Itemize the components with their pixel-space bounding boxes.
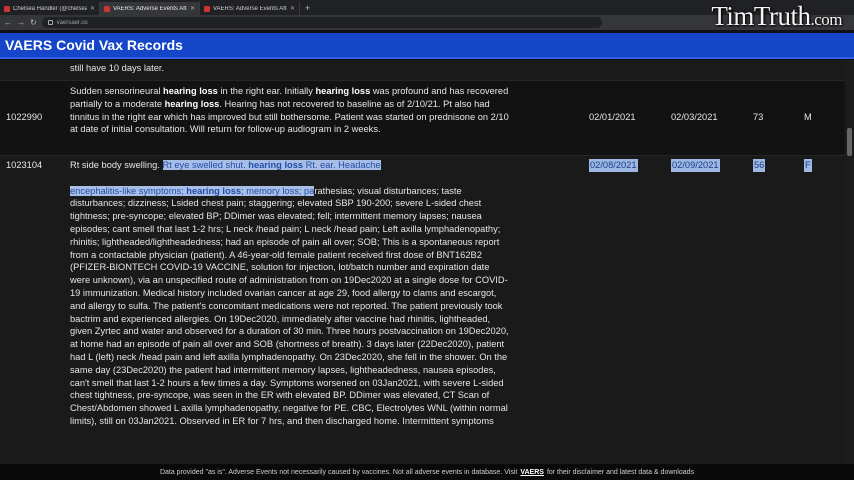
table-row: 1022990 Sudden sensorineural hearing los… [0, 80, 845, 154]
close-tab-icon[interactable]: ✕ [190, 5, 195, 12]
record-description: Rt side body swelling. Rt eye swelled sh… [70, 160, 509, 426]
favicon-icon [204, 5, 210, 12]
records-table: still have 10 days later. 1022990 Sudden… [0, 60, 854, 464]
page-header: VAERS Covid Vax Records [0, 33, 854, 59]
record-description: Sudden sensorineural hearing loss in the… [70, 86, 509, 135]
url-text: vaersaer.us [56, 19, 88, 26]
vaers-id: 1022990 [6, 112, 43, 122]
back-icon[interactable]: ← [4, 18, 12, 27]
table-row: still have 10 days later. [0, 60, 845, 80]
scrollbar-thumb[interactable] [847, 128, 852, 156]
browser-tab-3[interactable]: VAERS: Adverse Events After Covid... ✕ [200, 2, 300, 15]
onset-date: 02/09/2021 [671, 159, 720, 172]
vaccination-date: 02/01/2021 [589, 112, 636, 122]
vaers-id: 1023104 [6, 160, 43, 170]
patient-sex: M [804, 112, 812, 122]
onset-date: 02/03/2021 [671, 112, 718, 122]
favicon-icon [104, 5, 110, 12]
browser-tab-1[interactable]: Chelsea Handler (@chelseahandler) ✕ [0, 2, 100, 15]
page-scrollbar[interactable] [845, 60, 854, 464]
vaccination-date: 02/08/2021 [589, 159, 638, 172]
patient-age: 56 [753, 159, 766, 172]
reload-icon[interactable]: ↻ [30, 18, 37, 27]
vaers-link[interactable]: VAERS [520, 469, 544, 476]
footer-text-post: for their disclaimer and latest data & d… [546, 468, 695, 476]
page-title: VAERS Covid Vax Records [5, 37, 183, 53]
screen: Chelsea Handler (@chelseahandler) ✕ VAER… [0, 0, 854, 480]
tab-label: Chelsea Handler (@chelseahandler) [13, 5, 87, 12]
tab-label: VAERS: Adverse Events After Covid... [213, 5, 287, 12]
tab-label: VAERS: Adverse Events After Covid... [113, 5, 187, 12]
patient-age: 73 [753, 112, 764, 122]
address-bar[interactable]: vaersaer.us [41, 17, 602, 28]
browser-tab-2[interactable]: VAERS: Adverse Events After Covid... ✕ [100, 2, 200, 15]
patient-sex: F [804, 159, 812, 172]
record-description: still have 10 days later. [70, 63, 165, 73]
new-tab-button[interactable]: + [305, 3, 310, 13]
lock-icon [47, 20, 53, 25]
table-row: 1023104 Rt side body swelling. Rt eye sw… [0, 155, 845, 464]
favicon-icon [4, 5, 10, 12]
footer-disclaimer: Data provided "as is". Adverse Events no… [0, 464, 854, 480]
footer-text-pre: Data provided "as is". Adverse Events no… [159, 468, 518, 476]
forward-icon[interactable]: → [17, 18, 25, 27]
brand-watermark: TimTruth.com [711, 1, 842, 31]
close-tab-icon[interactable]: ✕ [90, 5, 95, 12]
close-tab-icon[interactable]: ✕ [290, 5, 295, 12]
